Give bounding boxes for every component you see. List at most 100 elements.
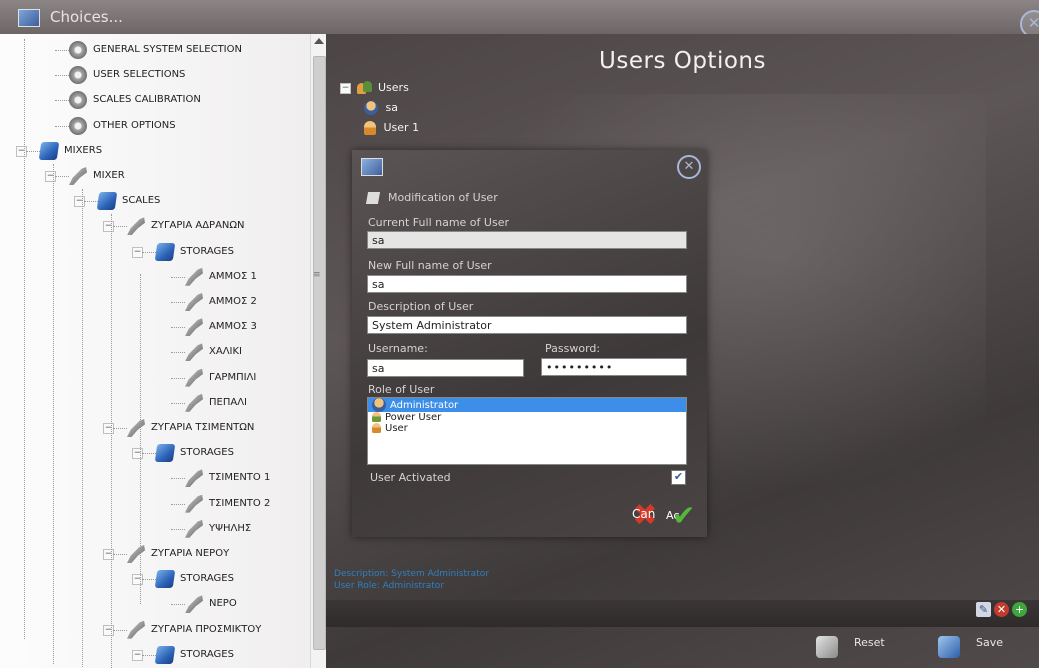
current-name-label: Current Full name of User bbox=[368, 216, 509, 229]
users-tree-root[interactable]: − Users bbox=[340, 81, 419, 101]
tree-connector bbox=[55, 50, 69, 51]
app-window: Choices... ✕ GENERAL SYSTEM SELECTION USE… bbox=[0, 0, 1039, 668]
tree-node[interactable]: ΥΨΗΛΗΣ bbox=[0, 518, 310, 540]
users-tree-item[interactable]: sa bbox=[340, 101, 419, 121]
tree-node[interactable]: − STORAGES bbox=[0, 442, 310, 464]
folder-icon bbox=[96, 192, 118, 211]
new-name-input[interactable]: sa bbox=[367, 275, 687, 293]
tree-node-label: ΖΥΓΑΡΙΑ ΠΡΟΣΜΙΚΤΟΥ bbox=[151, 623, 262, 635]
tree-node-label: ΤΣΙΜΕΝΤΟ 1 bbox=[209, 472, 271, 484]
password-input[interactable]: ••••••••• bbox=[541, 358, 687, 376]
edit-icon[interactable]: ✎ bbox=[976, 602, 991, 617]
scroll-up-icon[interactable] bbox=[314, 38, 324, 44]
tree-node[interactable]: ΧΑΛΙΚΙ bbox=[0, 341, 310, 363]
tree-node[interactable]: − ΖΥΓΑΡΙΑ ΝΕΡΟΥ bbox=[0, 543, 310, 565]
tree-node[interactable]: OTHER OPTIONS bbox=[0, 115, 310, 137]
tree-node[interactable]: − STORAGES bbox=[0, 568, 310, 590]
settings-tree-panel: GENERAL SYSTEM SELECTION USER SELECTIONS S… bbox=[0, 34, 326, 668]
role-option-administrator[interactable]: Administrator bbox=[368, 398, 686, 412]
app-icon bbox=[18, 9, 40, 27]
current-name-field: sa bbox=[367, 231, 687, 249]
power-user-role-icon bbox=[372, 412, 381, 422]
tree-node[interactable]: ΑΜΜΟΣ 3 bbox=[0, 316, 310, 338]
tree-node[interactable]: ΑΜΜΟΣ 2 bbox=[0, 291, 310, 313]
dialog-close-icon[interactable]: ✕ bbox=[677, 155, 701, 179]
settings-tree: GENERAL SYSTEM SELECTION USER SELECTIONS S… bbox=[0, 34, 310, 668]
page-title: Users Options bbox=[599, 48, 766, 74]
tree-node[interactable]: − MIXER bbox=[0, 165, 310, 187]
role-option-label: User bbox=[385, 423, 408, 434]
tree-node[interactable]: ΠΕΠΑΛΙ bbox=[0, 392, 310, 414]
tree-node[interactable]: ΑΜΜΟΣ 1 bbox=[0, 266, 310, 288]
tree-node[interactable]: − ΖΥΓΑΡΙΑ ΠΡΟΣΜΙΚΤΟΥ bbox=[0, 619, 310, 641]
tree-node-label: OTHER OPTIONS bbox=[93, 119, 176, 131]
tree-node[interactable]: − SCALES bbox=[0, 190, 310, 212]
cancel-button[interactable]: ✖ Can bbox=[630, 501, 660, 531]
tree-node[interactable]: SCALES CALIBRATION bbox=[0, 89, 310, 111]
password-label: Password: bbox=[545, 342, 601, 355]
activated-checkbox[interactable]: ✔ bbox=[671, 470, 686, 485]
key-icon bbox=[127, 545, 145, 563]
tree-node[interactable]: ΓΑΡΜΠΙΛΙ bbox=[0, 367, 310, 389]
role-option-user[interactable]: User bbox=[368, 423, 686, 434]
tree-connector bbox=[171, 276, 185, 278]
tree-node[interactable]: ΤΣΙΜΕΝΤΟ 1 bbox=[0, 467, 310, 489]
save-label: Save bbox=[976, 636, 1004, 649]
scroll-thumb[interactable] bbox=[313, 56, 326, 650]
tree-guide-line bbox=[82, 189, 83, 668]
tree-node-label: ΑΜΜΟΣ 3 bbox=[209, 321, 257, 333]
tree-node[interactable]: − STORAGES bbox=[0, 644, 310, 666]
role-label: Role of User bbox=[368, 383, 435, 396]
accept-button[interactable]: Ac ✔ bbox=[666, 501, 698, 531]
tree-node[interactable]: − MIXERS bbox=[0, 140, 310, 162]
tree-node[interactable]: − ΖΥΓΑΡΙΑ ΑΔΡΑΝΩΝ bbox=[0, 215, 310, 237]
key-icon bbox=[185, 343, 203, 362]
key-icon bbox=[185, 293, 203, 311]
tree-connector bbox=[113, 554, 127, 555]
tree-node[interactable]: USER SELECTIONS bbox=[0, 64, 310, 86]
tree-node[interactable]: − ΖΥΓΑΡΙΑ ΤΣΙΜΕΝΤΩΝ bbox=[0, 417, 310, 439]
tree-scrollbar[interactable]: ≡ bbox=[310, 34, 326, 668]
user-info: Description: System Administrator User R… bbox=[334, 568, 489, 592]
role-listbox[interactable]: Administrator Power User User bbox=[367, 397, 687, 465]
tree-connector bbox=[113, 428, 127, 429]
tree-connector bbox=[55, 75, 69, 77]
collapse-icon[interactable]: − bbox=[340, 82, 351, 94]
username-input[interactable]: sa bbox=[367, 359, 524, 377]
user-role-info: User Role: Administrator bbox=[334, 581, 445, 591]
tree-node-label: ΖΥΓΑΡΙΑ ΑΔΡΑΝΩΝ bbox=[151, 220, 245, 232]
tree-node[interactable]: GENERAL SYSTEM SELECTION bbox=[0, 39, 310, 61]
tree-connector bbox=[113, 629, 127, 631]
key-icon bbox=[185, 368, 203, 387]
tree-node-label: SCALES CALIBRATION bbox=[93, 94, 201, 106]
delete-icon[interactable]: ✕ bbox=[994, 602, 1009, 617]
tree-node-label: ΝΕΡΟ bbox=[209, 598, 237, 610]
folder-icon bbox=[38, 141, 60, 160]
tree-connector bbox=[171, 352, 185, 354]
tree-node[interactable]: ΤΣΙΜΕΝΤΟ 2 bbox=[0, 493, 310, 515]
save-button[interactable]: Save bbox=[938, 632, 1008, 660]
folder-icon bbox=[154, 242, 176, 261]
tree-connector bbox=[171, 478, 185, 480]
new-name-label: New Full name of User bbox=[368, 259, 492, 272]
add-icon[interactable]: + bbox=[1012, 602, 1027, 617]
role-option-power-user[interactable]: Power User bbox=[368, 412, 686, 423]
tree-guide-line bbox=[24, 39, 25, 639]
scroll-grip-icon: ≡ bbox=[313, 270, 321, 280]
tree-node-label: ΑΜΜΟΣ 2 bbox=[209, 296, 257, 307]
description-input[interactable]: System Administrator bbox=[367, 316, 687, 334]
tree-node-label: GENERAL SYSTEM SELECTION bbox=[93, 44, 242, 55]
users-tree-item[interactable]: User 1 bbox=[340, 121, 419, 141]
tree-node-label: MIXERS bbox=[64, 144, 103, 156]
reset-button[interactable]: Reset bbox=[816, 632, 886, 660]
folder-icon bbox=[154, 645, 176, 664]
tree-node[interactable]: − STORAGES bbox=[0, 241, 310, 263]
description-label: Description of User bbox=[368, 300, 474, 313]
save-icon bbox=[938, 636, 960, 658]
tree-node-label: ΓΑΡΜΠΙΛΙ bbox=[209, 371, 257, 383]
tree-node[interactable]: ΝΕΡΟ bbox=[0, 593, 310, 615]
modify-user-dialog: ✕ Modification of User Current Full name… bbox=[352, 150, 707, 537]
gear-key-icon bbox=[69, 66, 87, 85]
tree-node-label: USER SELECTIONS bbox=[93, 69, 186, 81]
tree-connector bbox=[55, 125, 69, 127]
